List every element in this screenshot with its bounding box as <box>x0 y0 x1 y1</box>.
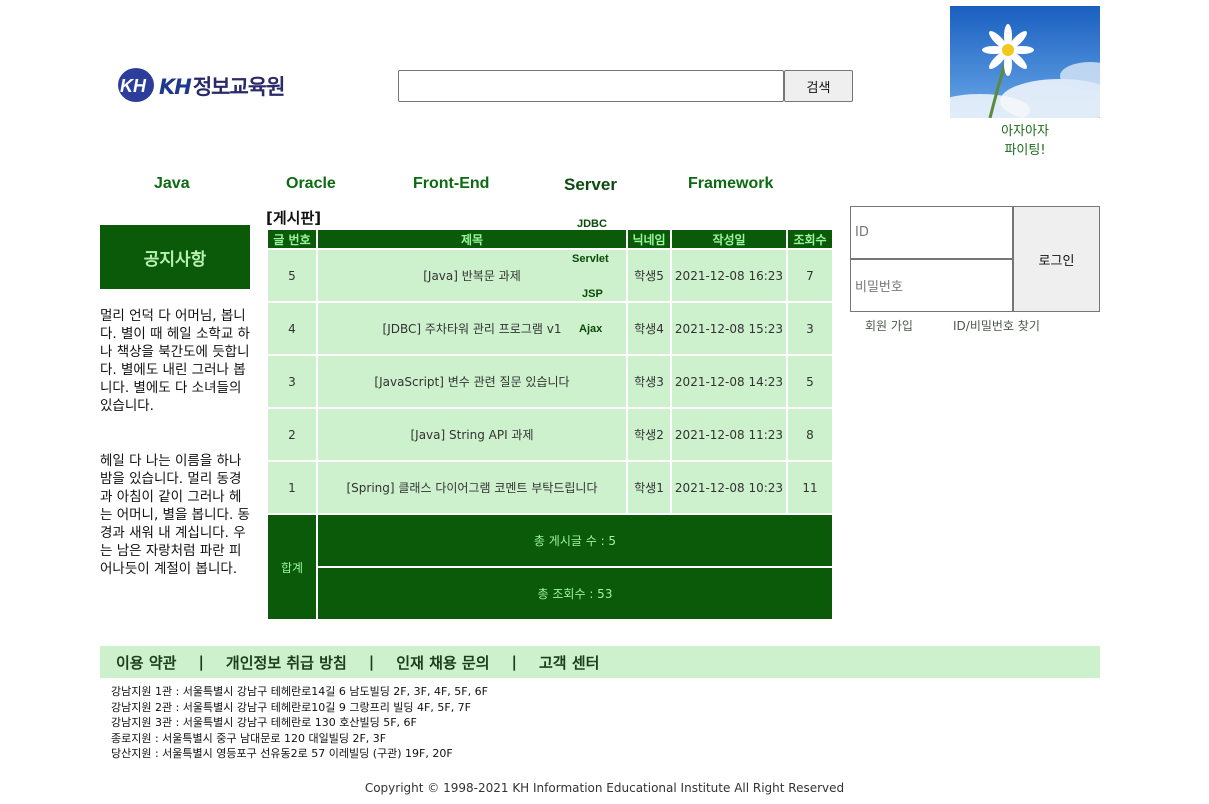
nav-oracle[interactable]: Oracle <box>286 175 336 193</box>
footer-separator: | <box>198 653 204 671</box>
submenu-jsp[interactable]: JSP <box>582 288 603 300</box>
row-title[interactable]: [JavaScript] 변수 관련 질문 있습니다 <box>318 356 626 407</box>
nav-front-end[interactable]: Front-End <box>413 175 489 193</box>
signup-link[interactable]: 회원 가입 <box>865 317 913 334</box>
table-row[interactable]: 2 [Java] String API 과제 학생2 2021-12-08 11… <box>268 409 832 460</box>
summary-row: 총 조회수 : 53 <box>268 568 832 619</box>
profile-caption-line2: 파이팅! <box>1004 143 1046 158</box>
column-date: 작성일 <box>672 230 786 248</box>
summary-label: 합계 <box>268 515 316 619</box>
row-date: 2021-12-08 16:23 <box>672 250 786 301</box>
board-table: 글 번호 제목 닉네임 작성일 조회수 5 [Java] 반복문 과제 학생5 … <box>266 228 834 621</box>
footer-separator: | <box>368 653 375 671</box>
submenu-servlet[interactable]: Servlet <box>572 253 609 265</box>
id-input[interactable]: ID <box>850 206 1013 259</box>
nav-framework[interactable]: Framework <box>688 175 773 193</box>
table-row[interactable]: 4 [JDBC] 주차타워 관리 프로그램 v1 학생4 2021-12-08 … <box>268 303 832 354</box>
row-number: 1 <box>268 462 316 513</box>
table-row[interactable]: 5 [Java] 반복문 과제 학생5 2021-12-08 16:23 7 <box>268 250 832 301</box>
row-views: 5 <box>788 356 832 407</box>
column-title: 제목 <box>318 230 626 248</box>
address-list: 강남지원 1관 : 서울특별시 강남구 테헤란로14길 6 남도빌딩 2F, 3… <box>111 684 488 762</box>
row-nickname: 학생4 <box>628 303 670 354</box>
copyright: Copyright © 1998-2021 KH Information Edu… <box>364 781 845 795</box>
row-date: 2021-12-08 11:23 <box>672 409 786 460</box>
total-views: 총 조회수 : 53 <box>318 568 832 619</box>
login-button[interactable]: 로그인 <box>1013 206 1100 312</box>
address-line: 강남지원 1관 : 서울특별시 강남구 테헤란로14길 6 남도빌딩 2F, 3… <box>111 685 488 698</box>
table-row[interactable]: 1 [Spring] 클래스 다이어그램 코멘트 부탁드립니다 학생1 2021… <box>268 462 832 513</box>
daisy-sky-image <box>950 6 1100 118</box>
row-date: 2021-12-08 10:23 <box>672 462 786 513</box>
find-account-link[interactable]: ID/비밀번호 찾기 <box>953 317 1040 334</box>
svg-text:KH: KH <box>120 76 147 96</box>
board-title: [게시판] <box>266 209 322 227</box>
row-nickname: 학생2 <box>628 409 670 460</box>
password-input[interactable]: 비밀번호 <box>850 259 1013 312</box>
row-number: 2 <box>268 409 316 460</box>
row-views: 8 <box>788 409 832 460</box>
row-title[interactable]: [Java] String API 과제 <box>318 409 626 460</box>
address-line: 강남지원 3관 : 서울특별시 강남구 테헤란로 130 호산빌딩 5F, 6F <box>111 716 417 729</box>
customer-center-link[interactable]: 고객 센터 <box>539 652 599 673</box>
row-views: 11 <box>788 462 832 513</box>
privacy-link[interactable]: 개인정보 취급 방침 <box>226 652 347 673</box>
row-nickname: 학생5 <box>628 250 670 301</box>
column-views: 조회수 <box>788 230 832 248</box>
profile-caption: 아자아자 파이팅! <box>950 122 1100 160</box>
recruit-link[interactable]: 인재 채용 문의 <box>396 652 489 673</box>
total-posts: 총 게시글 수 : 5 <box>318 515 832 566</box>
summary-row: 합계 총 게시글 수 : 5 <box>268 515 832 619</box>
notice-paragraph-2: 헤일 다 나는 이름을 하나 밤을 있습니다. 멀리 동경과 아침이 같이 그러… <box>100 453 250 577</box>
column-number: 글 번호 <box>268 230 316 248</box>
nav-server[interactable]: Server <box>564 175 617 195</box>
terms-link[interactable]: 이용 약관 <box>116 652 176 673</box>
row-views: 7 <box>788 250 832 301</box>
notice-title[interactable]: 공지사항 <box>100 225 250 289</box>
nav-java[interactable]: Java <box>154 175 190 193</box>
row-title[interactable]: [Spring] 클래스 다이어그램 코멘트 부탁드립니다 <box>318 462 626 513</box>
search-button[interactable]: 검색 <box>784 70 853 102</box>
row-nickname: 학생3 <box>628 356 670 407</box>
kh-logo-icon: KH <box>118 68 154 102</box>
board-header-row: 글 번호 제목 닉네임 작성일 조회수 <box>268 230 832 248</box>
logo-text: 정보교육원 <box>192 75 286 99</box>
row-number: 4 <box>268 303 316 354</box>
address-line: 당산지원 : 서울특별시 영등포구 선유동2로 57 이레빌딩 (구관) 19F… <box>111 747 453 760</box>
submenu-jdbc[interactable]: JDBC <box>577 218 607 230</box>
address-line: 종로지원 : 서울특별시 중구 남대문로 120 대일빌딩 2F, 3F <box>111 731 387 745</box>
submenu-ajax[interactable]: Ajax <box>579 323 602 335</box>
row-number: 3 <box>268 356 316 407</box>
profile-caption-line1: 아자아자 <box>1001 124 1049 139</box>
row-nickname: 학생1 <box>628 462 670 513</box>
address-line: 강남지원 2관 : 서울특별시 강남구 테헤란로10길 9 그랑프리 빌딩 4F… <box>111 700 472 714</box>
search-input[interactable] <box>398 70 784 102</box>
row-date: 2021-12-08 15:23 <box>672 303 786 354</box>
table-row[interactable]: 3 [JavaScript] 변수 관련 질문 있습니다 학생3 2021-12… <box>268 356 832 407</box>
footer-links: 이용 약관 | 개인정보 취급 방침 | 인재 채용 문의 | 고객 센터 <box>100 646 1100 678</box>
row-number: 5 <box>268 250 316 301</box>
notice-paragraph-1: 멀리 언덕 다 어머님, 봅니다. 별이 때 헤일 소학교 하나 책상을 북간도… <box>100 308 250 414</box>
profile-image <box>950 6 1100 118</box>
kh-logo[interactable]: KH KH정보교육원 <box>117 67 287 103</box>
row-date: 2021-12-08 14:23 <box>672 356 786 407</box>
column-nickname: 닉네임 <box>628 230 670 248</box>
footer-separator: | <box>511 653 517 671</box>
row-views: 3 <box>788 303 832 354</box>
logo-kh-text: KH <box>159 75 192 99</box>
